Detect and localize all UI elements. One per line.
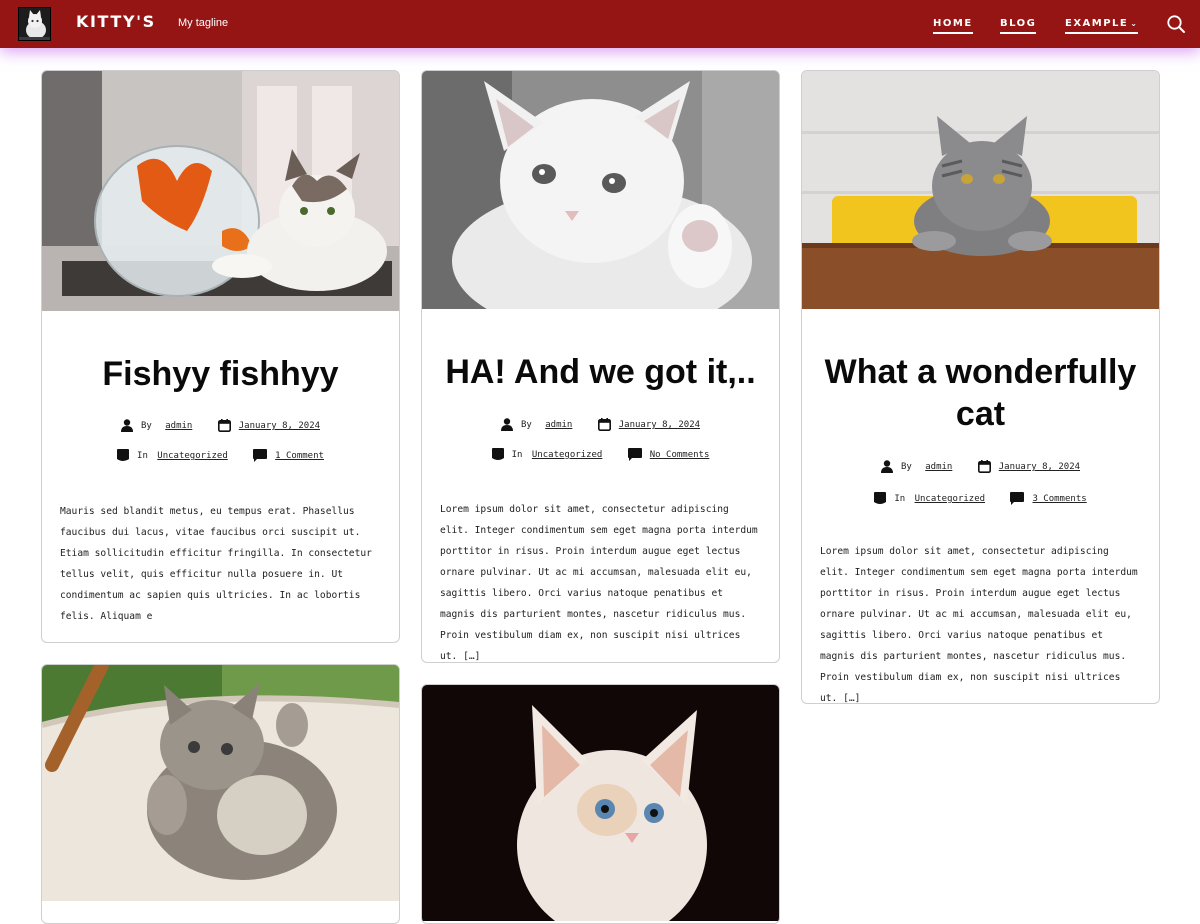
post-category: In Uncategorized [491,448,602,461]
date-link[interactable]: January 8, 2024 [619,420,700,430]
person-icon [880,460,893,473]
comments-link[interactable]: 3 Comments [1032,494,1086,504]
category-link[interactable]: Uncategorized [532,450,602,460]
nav-item-blog[interactable]: BLOG [1000,18,1037,34]
post-thumbnail-image[interactable] [42,71,399,311]
post-excerpt: Lorem ipsum dolor sit amet, consectetur … [440,504,758,662]
category-prefix: In [137,451,148,461]
post-card: What a wonderfully cat By admin January … [801,70,1160,704]
post-author: By admin [880,460,952,473]
post-card [421,684,780,924]
comment-icon [253,449,268,462]
category-link[interactable]: Uncategorized [157,451,227,461]
author-prefix: By [140,421,152,431]
chevron-down-icon: ⌄ [1130,19,1139,28]
post-author: By admin [500,418,572,431]
post-thumbnail-image[interactable] [422,71,779,309]
post-thumbnail-image[interactable] [42,665,399,901]
post-meta-author-date: By admin January 8, 2024 [802,460,1159,473]
search-icon [1167,15,1185,33]
nav-item-home[interactable]: HOME [933,18,973,34]
post-date: January 8, 2024 [977,460,1080,473]
post-meta-category-comments: In Uncategorized No Comments [422,448,779,461]
nav-item-example[interactable]: EXAMPLE ⌄ [1065,18,1139,34]
author-link[interactable]: admin [165,421,192,431]
calendar-icon [977,460,991,473]
nav-item-label: HOME [933,18,973,29]
post-title[interactable]: What a wonderfully cat [812,351,1149,435]
comment-icon [627,448,642,461]
site-logo[interactable] [18,7,51,41]
calendar-icon [597,418,611,431]
person-icon [500,418,513,431]
date-link[interactable]: January 8, 2024 [239,421,320,431]
folder-icon [874,492,887,504]
post-excerpt: Lorem ipsum dolor sit amet, consectetur … [820,546,1138,704]
post-meta-author-date: By admin January 8, 2024 [422,418,779,431]
post-meta-category-comments: In Uncategorized 1 Comment [42,449,399,462]
category-prefix: In [511,450,523,460]
author-link[interactable]: admin [545,420,572,430]
post-comments: 3 Comments [1010,492,1087,505]
post-card: HA! And we got it,.. By admin January 8,… [421,70,780,663]
comment-icon [1010,492,1025,505]
post-meta-author-date: By admin January 8, 2024 [42,419,399,432]
category-prefix: In [894,494,906,504]
person-icon [120,419,133,432]
folder-icon [117,449,130,461]
post-category: In Uncategorized [117,449,228,462]
post-category: In Uncategorized [874,492,985,505]
post-meta-category-comments: In Uncategorized 3 Comments [802,492,1159,505]
post-date: January 8, 2024 [597,418,700,431]
post-title[interactable]: HA! And we got it,.. [432,351,769,393]
author-link[interactable]: admin [925,462,952,472]
post-date: January 8, 2024 [217,419,320,432]
post-author: By admin [120,419,192,432]
folder-icon [491,448,504,460]
site-title[interactable]: KITTY'S [76,12,156,31]
nav-item-label: BLOG [1000,18,1037,29]
post-card [41,664,400,924]
category-link[interactable]: Uncategorized [915,494,985,504]
nav-item-label: EXAMPLE [1065,18,1129,29]
post-thumbnail-image[interactable] [422,685,779,921]
post-card: Fishyy fishhyy By admin January 8, 2024 … [41,70,400,643]
search-button[interactable] [1166,14,1186,34]
post-thumbnail-image[interactable] [802,71,1159,309]
comments-link[interactable]: No Comments [650,450,710,460]
author-prefix: By [900,462,912,472]
site-header: KITTY'S My tagline HOME BLOG EXAMPLE ⌄ [0,0,1200,48]
post-excerpt: Mauris sed blandit metus, eu tempus erat… [60,506,372,622]
post-comments: No Comments [627,448,710,461]
calendar-icon [217,419,231,432]
post-comments: 1 Comment [253,449,324,462]
comments-link[interactable]: 1 Comment [275,451,324,461]
author-prefix: By [520,420,532,430]
date-link[interactable]: January 8, 2024 [999,462,1080,472]
post-title[interactable]: Fishyy fishhyy [52,353,389,395]
site-tagline: My tagline [178,17,229,29]
